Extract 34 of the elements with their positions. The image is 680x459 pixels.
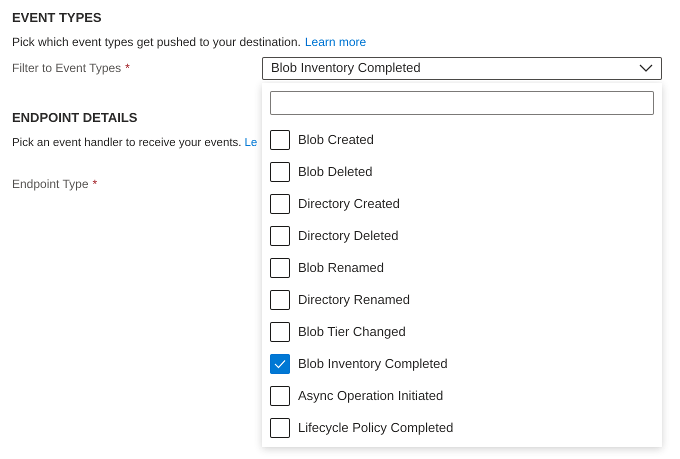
checkbox[interactable]	[270, 162, 290, 182]
option-label[interactable]: Lifecycle Policy Completed	[298, 418, 454, 438]
field-label: Endpoint Type	[12, 176, 89, 193]
option-label[interactable]: Directory Deleted	[298, 226, 398, 246]
section-heading: ENDPOINT DETAILS	[12, 109, 138, 126]
learn-more-link[interactable]: Le	[244, 135, 258, 152]
option-label[interactable]: Blob Tier Changed	[298, 322, 406, 342]
checkbox[interactable]	[270, 130, 290, 150]
option-label[interactable]: Async Operation Initiated	[298, 386, 444, 406]
option-label[interactable]: Directory Renamed	[298, 290, 410, 310]
checkbox[interactable]	[270, 418, 290, 438]
section-heading: EVENT TYPES	[12, 9, 103, 26]
option-label[interactable]: Directory Created	[298, 194, 400, 214]
required-mark: *	[125, 60, 130, 77]
field-label: Filter to Event Types	[12, 60, 122, 77]
required-mark: *	[92, 176, 98, 193]
checkmark-icon	[274, 359, 286, 369]
checkbox[interactable]	[270, 258, 290, 278]
description-text: Pick an event handler to receive your events.	[12, 136, 242, 151]
option-label[interactable]: Blob Inventory Completed	[298, 354, 448, 374]
description-text: Pick which event types get pushed to your destination.	[12, 34, 301, 51]
checkbox[interactable]	[270, 290, 290, 310]
checkbox[interactable]	[270, 194, 290, 214]
option-label[interactable]: Blob Created	[298, 130, 374, 150]
checkbox[interactable]	[270, 386, 290, 406]
search-field[interactable]	[270, 91, 654, 115]
chevron-down-icon	[639, 64, 653, 72]
checkbox[interactable]	[270, 322, 290, 342]
event-type-dropdown[interactable]: Blob Inventory Completed	[262, 56, 662, 80]
option-label[interactable]: Blob Renamed	[298, 258, 384, 278]
learn-more-link[interactable]: Learn more	[304, 34, 366, 51]
checkbox[interactable]	[270, 226, 290, 246]
option-label[interactable]: Blob Deleted	[298, 162, 372, 182]
checkbox[interactable]	[270, 354, 290, 374]
